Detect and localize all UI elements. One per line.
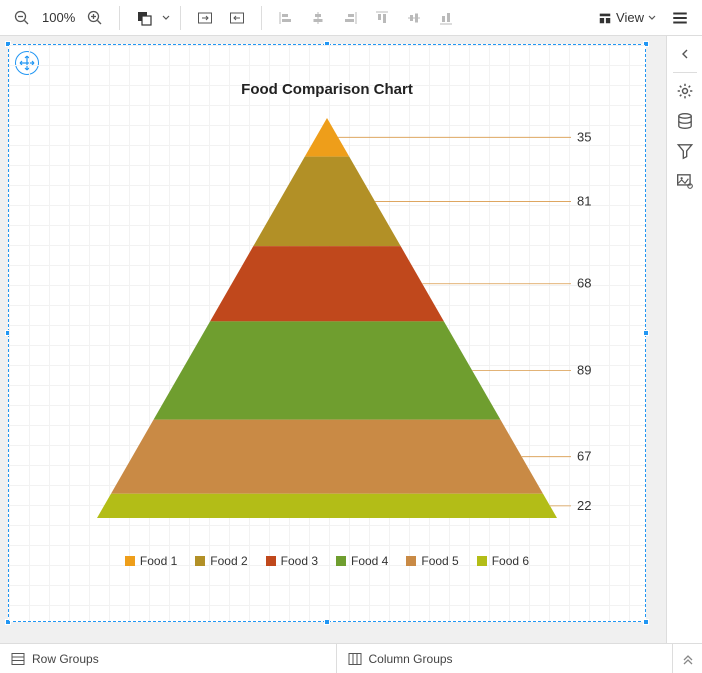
toolbar-separator [119,6,120,30]
data-label: 67 [577,449,591,464]
align-center-h-button [304,4,332,32]
chart-legend: Food 1 Food 2 Food 3 Food 4 Food 5 Food 6 [9,554,645,568]
align-top-button [368,4,396,32]
zoom-level-text: 100% [38,10,79,25]
toolbar-separator [261,6,262,30]
split-cells-button[interactable] [223,4,251,32]
merge-cells-button[interactable] [191,4,219,32]
data-label: 81 [577,193,591,208]
data-label: 68 [577,276,591,291]
align-right-icon [342,10,358,26]
legend-label: Food 5 [421,554,458,568]
pyramid-chart: Food Comparison Chart 35 81 68 89 67 22 Food … [9,45,645,621]
zoom-out-icon [14,10,30,26]
top-toolbar: 100% View [0,0,702,36]
layer-order-icon [136,10,152,26]
align-bottom-icon [438,10,454,26]
chevron-down-icon [162,14,170,22]
pyramid-segment [111,420,543,494]
legend-label: Food 2 [210,554,247,568]
legend-label: Food 4 [351,554,388,568]
main-area: Food Comparison Chart 35 81 68 89 67 22 Food … [0,36,666,643]
pyramid-segment [97,494,557,518]
split-icon [229,10,245,26]
legend-label: Food 3 [281,554,318,568]
row-groups-label: Row Groups [32,652,99,666]
toolbar-separator [180,6,181,30]
hamburger-menu-button[interactable] [666,4,694,32]
align-top-icon [374,10,390,26]
data-label: 89 [577,362,591,377]
zoom-in-icon [87,10,103,26]
double-chevron-up-icon [682,653,694,665]
align-left-button [272,4,300,32]
align-right-button [336,4,364,32]
view-label: View [616,10,644,25]
legend-swatch [336,556,346,566]
column-groups-icon [347,651,363,667]
legend-item: Food 2 [195,554,247,568]
data-label: 35 [577,129,591,144]
data-button[interactable] [671,107,699,135]
data-label: 22 [577,498,591,513]
align-bottom-button [432,4,460,32]
layer-order-button[interactable] [130,4,158,32]
pyramid-segment [210,246,444,321]
collapse-rail-button[interactable] [671,40,699,68]
bottom-bar: Row Groups Column Groups [0,643,702,673]
rail-separator [673,72,697,73]
filter-icon [676,142,694,160]
pyramid-segment [154,321,501,419]
view-icon [598,11,612,25]
legend-swatch [125,556,135,566]
column-groups-label: Column Groups [369,652,453,666]
expand-groups-button[interactable] [672,644,702,673]
image-gear-icon [676,172,694,190]
properties-button[interactable] [671,77,699,105]
legend-label: Food 1 [140,554,177,568]
image-settings-button[interactable] [671,167,699,195]
row-groups-icon [10,651,26,667]
zoom-out-button[interactable] [8,4,36,32]
merge-icon [197,10,213,26]
align-left-icon [278,10,294,26]
chart-plot-area: 35 81 68 89 67 22 [27,98,627,538]
legend-swatch [406,556,416,566]
right-tool-rail [666,36,702,643]
legend-label: Food 6 [492,554,529,568]
zoom-group: 100% [8,4,109,32]
legend-swatch [477,556,487,566]
align-middle-button [400,4,428,32]
column-groups-panel-header[interactable]: Column Groups [337,644,673,673]
zoom-in-button[interactable] [81,4,109,32]
legend-swatch [195,556,205,566]
chevron-left-icon [679,48,691,60]
filter-button[interactable] [671,137,699,165]
align-center-h-icon [310,10,326,26]
chevron-down-icon [648,14,656,22]
legend-swatch [266,556,276,566]
legend-item: Food 1 [125,554,177,568]
legend-item: Food 5 [406,554,458,568]
legend-item: Food 3 [266,554,318,568]
row-groups-panel-header[interactable]: Row Groups [0,644,337,673]
chart-title: Food Comparison Chart [9,45,645,98]
align-middle-icon [406,10,422,26]
view-dropdown-button[interactable]: View [592,4,662,32]
database-icon [676,112,694,130]
legend-item: Food 6 [477,554,529,568]
gear-icon [676,82,694,100]
legend-item: Food 4 [336,554,388,568]
hamburger-icon [671,9,689,27]
selected-chart-object[interactable]: Food Comparison Chart 35 81 68 89 67 22 Food … [8,44,646,622]
design-canvas[interactable]: Food Comparison Chart 35 81 68 89 67 22 Food … [0,36,666,643]
